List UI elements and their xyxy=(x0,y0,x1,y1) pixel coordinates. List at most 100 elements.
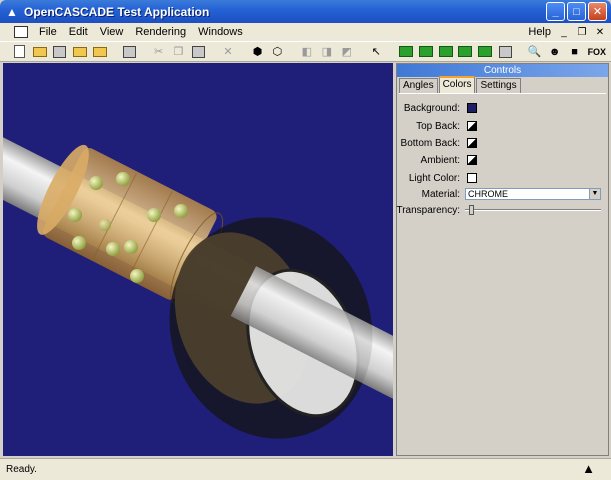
bottom-back-row: Bottom Back: xyxy=(399,137,606,151)
shape-tool-1-button[interactable] xyxy=(398,43,414,60)
view-front-button[interactable]: ◧ xyxy=(299,43,315,60)
3d-viewport[interactable] xyxy=(3,63,393,456)
save-as-button[interactable] xyxy=(72,43,88,60)
toolbar-separator xyxy=(112,43,118,60)
menu-windows[interactable]: Windows xyxy=(192,26,249,38)
shape-box-icon xyxy=(498,45,512,58)
print-button[interactable] xyxy=(121,43,137,60)
select-tool-button[interactable]: ↖ xyxy=(368,43,384,60)
camera-icon: ■ xyxy=(571,45,578,58)
window-title: OpenCASCADE Test Application xyxy=(24,4,210,19)
controls-tabs: Angles Colors Settings xyxy=(399,76,522,93)
zoom-button[interactable]: 🔍 xyxy=(527,43,543,60)
green-shape-icon xyxy=(458,46,473,57)
tab-colors[interactable]: Colors xyxy=(438,76,476,93)
bottom-back-label: Bottom Back: xyxy=(400,138,460,149)
shaded-view-button[interactable]: ⬢ xyxy=(250,43,266,60)
menu-view[interactable]: View xyxy=(94,26,130,38)
tab-settings[interactable]: Settings xyxy=(476,78,521,93)
magnifier-icon: 🔍 xyxy=(527,46,542,58)
paste-button[interactable] xyxy=(190,43,206,60)
menu-help[interactable]: Help xyxy=(522,26,557,38)
save-button[interactable] xyxy=(52,43,68,60)
transparency-label: Transparency: xyxy=(396,205,460,216)
green-shape-icon xyxy=(418,46,433,57)
select-arrow-icon: ↖ xyxy=(371,46,381,58)
green-shape-icon xyxy=(398,46,413,57)
export-button[interactable] xyxy=(92,43,108,60)
material-select[interactable]: CHROME ▼ xyxy=(465,188,601,200)
chevron-down-icon[interactable]: ▼ xyxy=(589,189,600,199)
menu-right: Help _ ❐ ✕ xyxy=(522,23,611,41)
toolbar-separator xyxy=(289,43,295,60)
top-back-row: Top Back: xyxy=(399,120,606,134)
camera-button[interactable]: ■ xyxy=(567,43,583,60)
toolbar-separator xyxy=(240,43,246,60)
toolbar-separator xyxy=(141,43,147,60)
green-shape-icon xyxy=(438,46,453,57)
maximize-button[interactable]: □ xyxy=(567,2,586,21)
delete-icon: ✕ xyxy=(223,46,233,58)
light-color-label: Light Color: xyxy=(408,173,460,184)
light-color-row: Light Color: xyxy=(399,172,606,186)
menu-edit[interactable]: Edit xyxy=(63,26,94,38)
controls-panel: Controls ✕ Angles Colors Settings Backgr… xyxy=(396,63,611,456)
toolbar-separator xyxy=(210,43,216,60)
close-button[interactable]: ✕ xyxy=(588,2,607,21)
menu-rendering[interactable]: Rendering xyxy=(129,26,192,38)
render-settings-button[interactable]: ☻ xyxy=(547,43,563,60)
3d-scene xyxy=(3,116,393,439)
copy-button[interactable]: ❐ xyxy=(171,43,187,60)
minimize-button[interactable]: _ xyxy=(546,2,565,21)
background-row: Background: xyxy=(399,102,606,116)
top-back-color-swatch[interactable] xyxy=(467,121,477,131)
transparency-slider-thumb[interactable] xyxy=(469,205,475,215)
shape-tool-4-button[interactable] xyxy=(457,43,473,60)
status-text: Ready. xyxy=(6,464,37,475)
copy-icon: ❐ xyxy=(173,46,184,58)
ambient-row: Ambient: xyxy=(399,154,606,168)
delete-button[interactable]: ✕ xyxy=(220,43,236,60)
light-color-swatch[interactable] xyxy=(467,173,477,183)
save-icon xyxy=(53,45,67,58)
status-bar: Ready. ▲ xyxy=(0,458,611,480)
new-file-icon xyxy=(14,45,26,58)
document-window-icon[interactable] xyxy=(14,26,28,38)
ambient-color-swatch[interactable] xyxy=(467,155,477,165)
cut-button[interactable]: ✂ xyxy=(151,43,167,60)
toolbar-separator xyxy=(517,43,523,60)
shape-tool-3-button[interactable] xyxy=(438,43,454,60)
menu-file[interactable]: File xyxy=(33,26,63,38)
menu-bar: File Edit View Rendering Windows Help _ … xyxy=(0,23,611,41)
fox-about-button[interactable]: FOX xyxy=(587,43,608,60)
toolbar-separator xyxy=(359,43,365,60)
view-top-icon: ◩ xyxy=(341,46,352,58)
shaded-cube-icon: ⬢ xyxy=(252,46,263,58)
bottom-back-color-swatch[interactable] xyxy=(467,138,477,148)
doc-restore-icon[interactable]: ❐ xyxy=(575,26,589,38)
ambient-label: Ambient: xyxy=(420,155,460,166)
view-side-button[interactable]: ◨ xyxy=(319,43,335,60)
save-as-icon xyxy=(72,46,87,57)
open-folder-icon xyxy=(32,46,47,57)
material-value: CHROME xyxy=(468,189,508,199)
shape-tool-2-button[interactable] xyxy=(418,43,434,60)
background-label: Background: xyxy=(403,103,460,114)
shape-tool-6-button[interactable] xyxy=(497,43,513,60)
transparency-slider[interactable] xyxy=(465,205,601,215)
wireframe-view-button[interactable]: ⬡ xyxy=(269,43,285,60)
open-file-button[interactable] xyxy=(32,43,48,60)
new-file-button[interactable] xyxy=(12,43,28,60)
doc-close-icon[interactable]: ✕ xyxy=(593,26,607,38)
app-icon: ▲ xyxy=(6,4,18,19)
view-side-icon: ◨ xyxy=(321,46,332,58)
paste-icon xyxy=(191,45,205,58)
shape-tool-5-button[interactable] xyxy=(477,43,493,60)
tab-angles[interactable]: Angles xyxy=(399,78,438,93)
background-color-swatch[interactable] xyxy=(467,103,477,113)
view-top-button[interactable]: ◩ xyxy=(339,43,355,60)
scissors-icon: ✂ xyxy=(154,46,164,58)
title-bar: ▲ OpenCASCADE Test Application _ □ ✕ xyxy=(0,0,611,23)
printer-icon xyxy=(122,45,136,58)
doc-minimize-icon[interactable]: _ xyxy=(557,26,571,38)
